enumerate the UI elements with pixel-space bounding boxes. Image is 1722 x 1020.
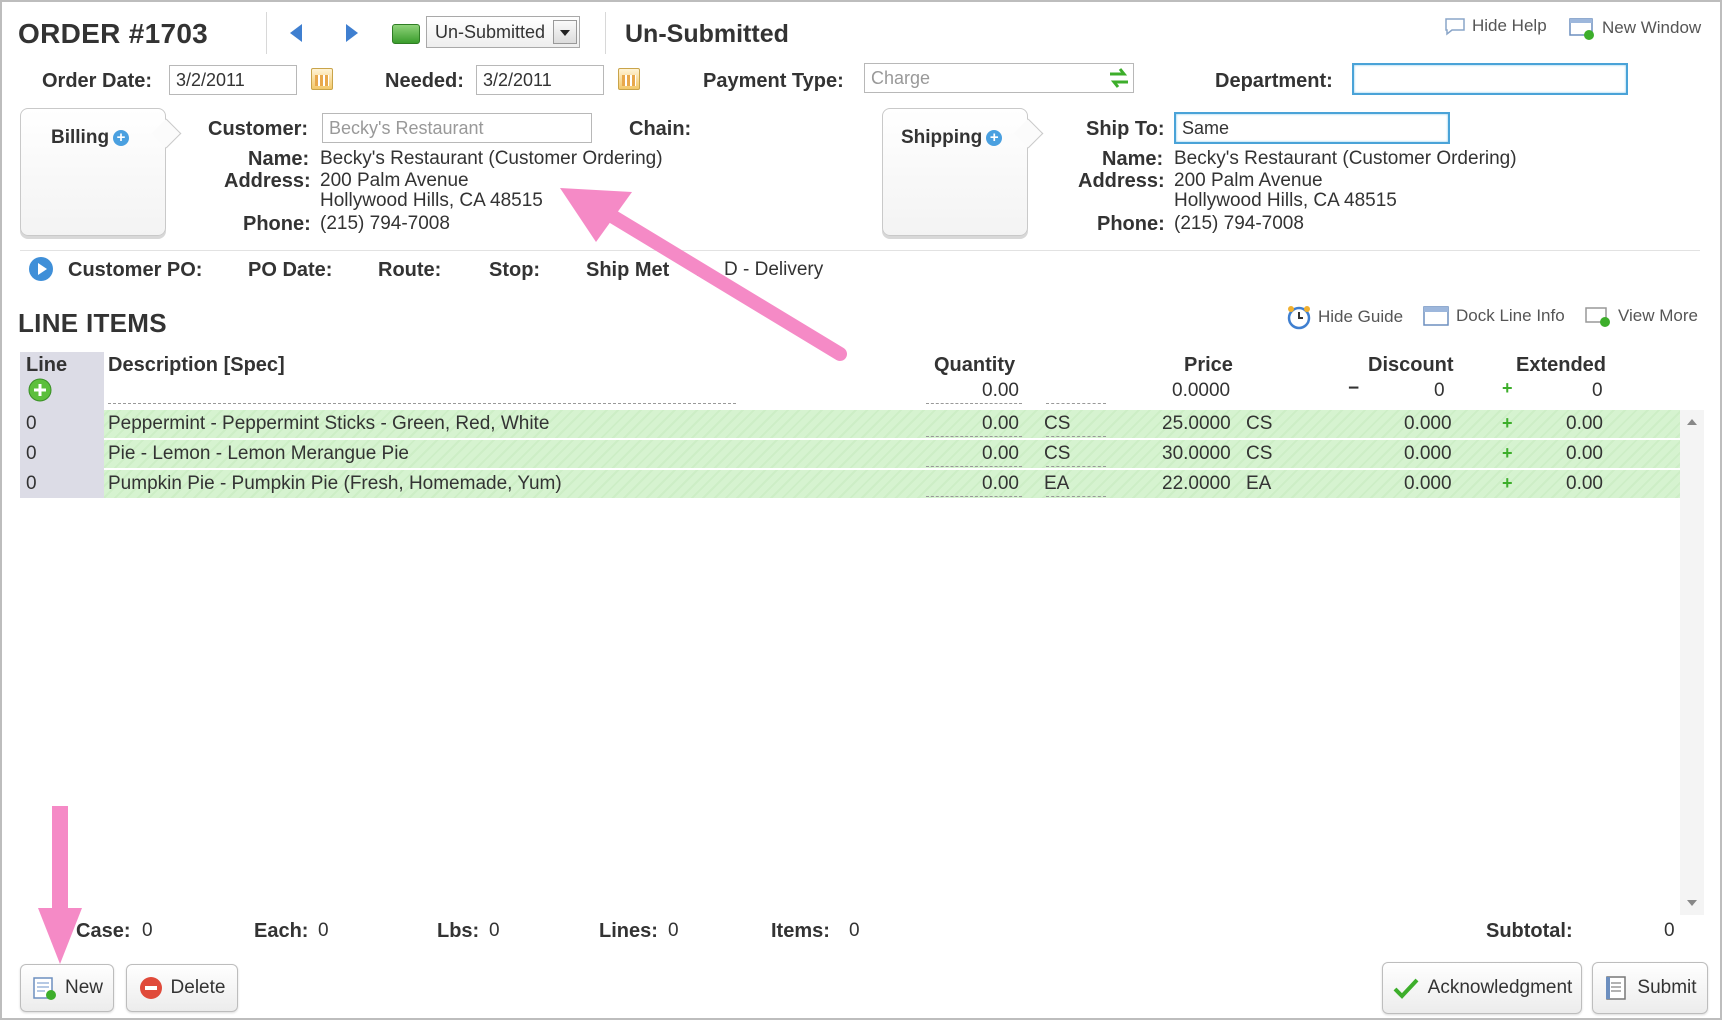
- order-window: ORDER #1703 Un-Submitted Un-Submitted Hi…: [0, 0, 1722, 1020]
- pointer-arrow-diagonal: [560, 188, 847, 361]
- annotation-arrows: [38, 188, 847, 964]
- pointer-arrow-down: [38, 806, 82, 964]
